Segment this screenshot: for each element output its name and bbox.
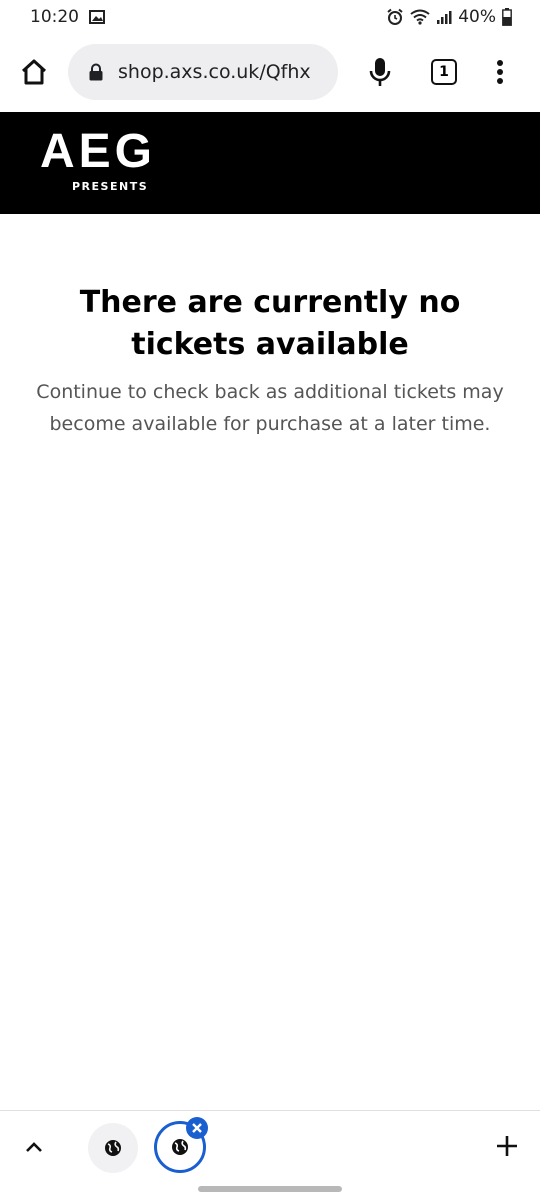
globe-icon <box>105 1140 121 1156</box>
expand-tabs-button[interactable] <box>20 1133 48 1161</box>
wifi-icon <box>410 9 430 25</box>
lock-icon <box>89 63 103 81</box>
more-vert-icon <box>497 60 503 84</box>
close-icon <box>192 1123 202 1133</box>
plus-icon <box>497 1136 517 1156</box>
url-text: shop.axs.co.uk/Qfhx <box>118 61 311 83</box>
home-button[interactable] <box>16 54 52 90</box>
status-left: 10:20 <box>30 7 105 27</box>
mic-icon <box>369 58 391 86</box>
new-tab-button[interactable] <box>492 1131 522 1161</box>
browser-toolbar: shop.axs.co.uk/Qfhx 1 <box>0 40 540 106</box>
signal-icon <box>437 11 452 24</box>
voice-search-button[interactable] <box>364 54 396 90</box>
tab-count: 1 <box>439 64 449 80</box>
status-bar: 10:20 40% <box>0 0 540 34</box>
address-bar[interactable]: shop.axs.co.uk/Qfhx <box>68 44 338 100</box>
menu-button[interactable] <box>488 54 512 90</box>
aeg-presents-logo[interactable]: AEG PRESENTS <box>40 126 190 196</box>
site-header: AEG PRESENTS <box>0 112 540 214</box>
close-tab-button[interactable] <box>186 1117 208 1139</box>
globe-icon <box>172 1139 188 1155</box>
chevron-up-icon <box>26 1142 42 1152</box>
message-body: Continue to check back as additional tic… <box>36 381 504 435</box>
status-right: 40% <box>386 7 512 27</box>
bottom-tab-bar <box>0 1110 540 1182</box>
image-icon <box>89 10 105 24</box>
no-tickets-message: There are currently no tickets available… <box>0 282 540 440</box>
logo-sub: PRESENTS <box>72 180 149 193</box>
battery-icon <box>502 8 512 26</box>
logo-main: AEG <box>40 125 157 178</box>
message-title: There are currently no tickets available <box>79 285 461 362</box>
battery-percent: 40% <box>458 7 496 27</box>
tab-switcher-button[interactable]: 1 <box>431 59 457 85</box>
home-icon <box>21 59 47 85</box>
gesture-bar[interactable] <box>198 1186 342 1192</box>
status-time: 10:20 <box>30 7 79 27</box>
alarm-icon <box>387 8 403 25</box>
tab-thumbnail[interactable] <box>88 1123 138 1173</box>
